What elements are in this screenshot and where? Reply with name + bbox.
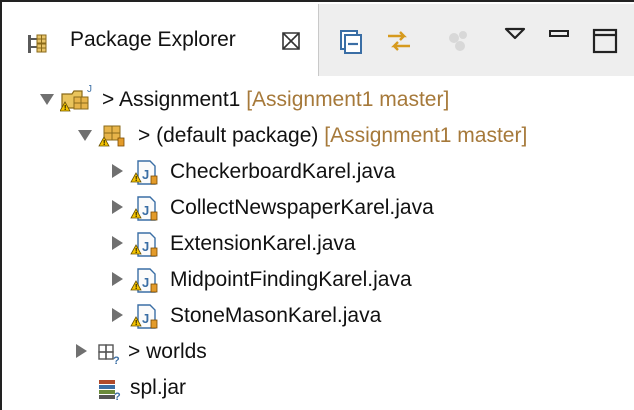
project-prefix: > (102, 88, 115, 111)
tree-item-jar[interactable]: ? spl.jar (4, 370, 634, 406)
jar-name: spl.jar (130, 376, 187, 399)
file-name: CollectNewspaperKarel.java (170, 196, 434, 219)
tree-item-folder-worlds[interactable]: ? > worlds (4, 334, 634, 370)
folder-icon: ? (96, 338, 126, 374)
svg-text:!: ! (103, 140, 105, 147)
tree-item-file[interactable]: J ! CheckerboardKarel.java (4, 154, 634, 190)
svg-text:!: ! (135, 212, 137, 219)
expand-arrow-icon[interactable] (112, 200, 123, 214)
java-file-icon: J ! (130, 266, 162, 302)
svg-text:J: J (142, 275, 149, 290)
package-prefix: > (138, 124, 151, 147)
collapse-all-icon[interactable] (336, 26, 366, 56)
expand-arrow-icon[interactable] (78, 130, 92, 141)
tree-item-file[interactable]: J ! StoneMasonKarel.java (4, 298, 634, 334)
java-project-icon: J ! (59, 84, 96, 120)
folder-prefix: > (128, 340, 141, 363)
expand-arrow-icon[interactable] (112, 236, 123, 250)
svg-text:J: J (142, 311, 149, 326)
svg-text:J: J (87, 84, 92, 95)
project-name: Assignment1 (118, 88, 241, 111)
maximize-icon[interactable] (590, 26, 620, 56)
svg-text:!: ! (135, 176, 137, 183)
java-file-icon: J ! (130, 230, 162, 266)
package-name: (default package) (156, 124, 319, 147)
jar-file-icon: ? (96, 374, 126, 410)
svg-text:!: ! (64, 105, 66, 112)
file-name: StoneMasonKarel.java (170, 304, 382, 327)
svg-text:J: J (142, 203, 149, 218)
svg-text:J: J (142, 167, 149, 182)
focus-on-active-task-icon[interactable] (444, 26, 474, 56)
java-file-icon: J ! (130, 158, 162, 194)
tree-item-file[interactable]: J ! MidpointFindingKarel.java (4, 262, 634, 298)
tab-title: Package Explorer (70, 28, 236, 51)
expand-arrow-icon[interactable] (112, 308, 123, 322)
file-name: ExtensionKarel.java (170, 232, 356, 255)
svg-text:!: ! (135, 320, 137, 327)
folder-name: worlds (146, 340, 207, 363)
tab-package-explorer[interactable]: Package Explorer (4, 4, 319, 76)
package-icon: ! (98, 120, 130, 156)
java-file-icon: J ! (130, 302, 162, 338)
svg-text:?: ? (114, 391, 121, 403)
expand-arrow-icon[interactable] (40, 94, 54, 105)
file-name: MidpointFindingKarel.java (170, 268, 412, 291)
svg-text:J: J (142, 239, 149, 254)
expand-arrow-icon[interactable] (112, 164, 123, 178)
view-header: Package Explorer (4, 4, 634, 76)
expand-arrow-icon[interactable] (112, 272, 123, 286)
close-tab-icon[interactable] (280, 30, 302, 52)
package-explorer-view: Package Explorer J ! > Assignment1 [Assi… (0, 0, 634, 410)
package-tree: J ! > Assignment1 [Assignment1 master] !… (4, 76, 634, 410)
git-branch-decoration: [Assignment1 master] (246, 88, 450, 111)
expand-arrow-icon[interactable] (76, 344, 87, 358)
svg-text:!: ! (135, 248, 137, 255)
tree-item-default-package[interactable]: ! > (default package) [Assignment1 maste… (4, 118, 634, 154)
svg-text:?: ? (113, 355, 120, 367)
file-name: CheckerboardKarel.java (170, 160, 396, 183)
minimize-icon[interactable] (544, 22, 574, 52)
git-branch-decoration: [Assignment1 master] (324, 124, 528, 147)
svg-text:!: ! (135, 284, 137, 291)
view-menu-icon[interactable] (500, 22, 530, 52)
tree-item-file[interactable]: J ! ExtensionKarel.java (4, 226, 634, 262)
tree-item-file[interactable]: J ! CollectNewspaperKarel.java (4, 190, 634, 226)
package-explorer-icon (26, 33, 48, 60)
java-file-icon: J ! (130, 194, 162, 230)
tree-item-project[interactable]: J ! > Assignment1 [Assignment1 master] (4, 82, 634, 118)
link-with-editor-icon[interactable] (384, 26, 414, 56)
